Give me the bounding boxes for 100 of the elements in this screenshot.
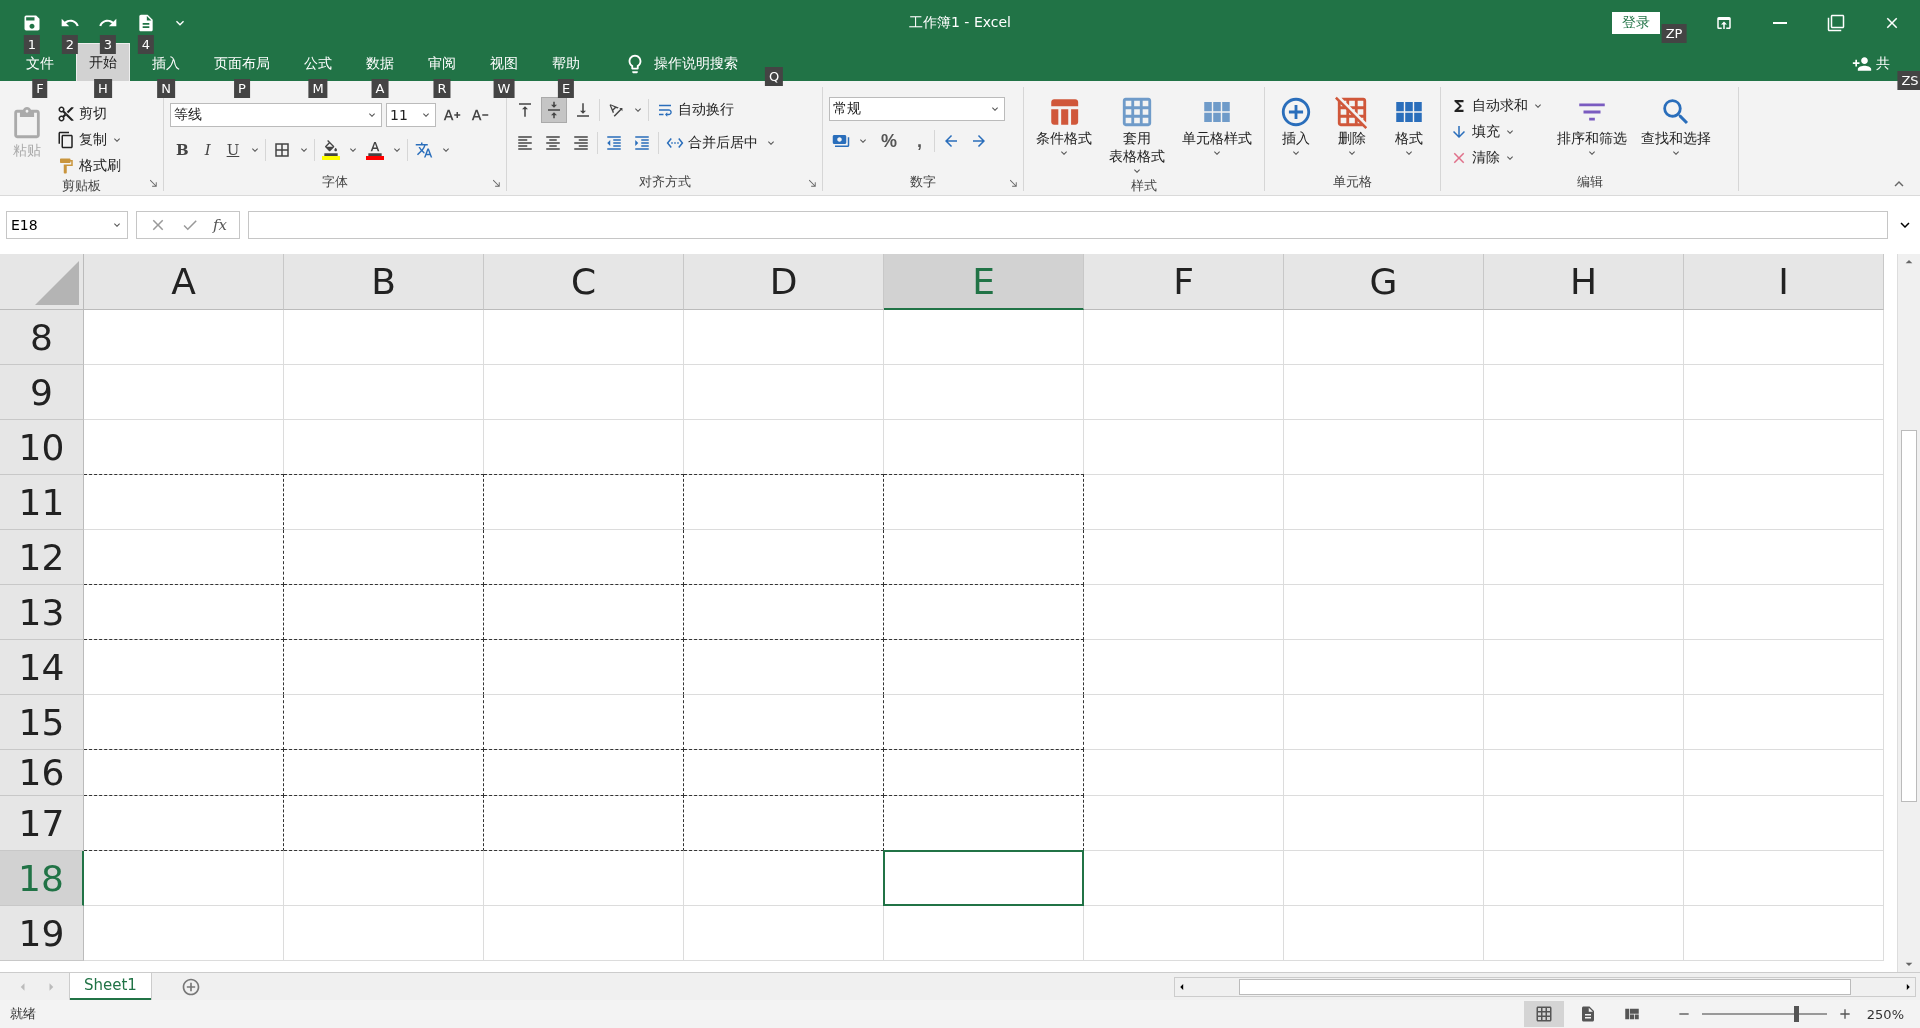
name-box[interactable]: E18 [6, 211, 128, 239]
grid-cell[interactable] [284, 795, 484, 851]
grid-cell[interactable] [284, 584, 484, 640]
normal-view-button[interactable] [1523, 1001, 1564, 1027]
grid-cell[interactable] [484, 795, 684, 851]
grid-cell[interactable] [884, 639, 1084, 695]
grid-cell[interactable] [684, 639, 884, 695]
row-header[interactable]: 15 [0, 695, 84, 750]
row-header[interactable]: 17 [0, 796, 84, 851]
column-header[interactable]: G [1284, 254, 1484, 310]
cells-button[interactable]: 删除 [1331, 95, 1374, 173]
grid-cell[interactable] [484, 639, 684, 695]
grid-cell[interactable] [84, 795, 284, 851]
share-button[interactable]: 共 [1846, 47, 1896, 81]
percent-button[interactable]: % [873, 130, 905, 152]
bold-button[interactable]: B [170, 139, 195, 161]
login-button[interactable]: 登录 [1612, 11, 1660, 34]
ribbon-tab[interactable]: 帮助 [540, 47, 592, 81]
selected-cell[interactable] [883, 850, 1084, 906]
cut-button[interactable]: 剪切 [54, 103, 126, 125]
comma-style-button[interactable]: , [909, 130, 931, 152]
zoom-reading[interactable]: 250% [1866, 1006, 1904, 1022]
styles-button[interactable]: 条件格式 [1031, 95, 1096, 177]
row-header[interactable]: 11 [0, 475, 84, 530]
italic-button[interactable]: I [198, 139, 217, 161]
font-size-dropdown[interactable]: 11 [386, 103, 436, 127]
add-sheet-icon[interactable] [180, 976, 201, 997]
sheet-tab[interactable]: Sheet1 [70, 972, 151, 1000]
autosum-button[interactable]: 自动求和 [1447, 95, 1547, 117]
row-header[interactable]: 18 [0, 851, 84, 906]
row-header[interactable]: 13 [0, 585, 84, 640]
grid-cell[interactable] [684, 695, 884, 750]
row-header[interactable]: 9 [0, 365, 84, 420]
select-all-corner[interactable] [0, 254, 84, 310]
row-header[interactable]: 16 [0, 750, 84, 796]
grid-cell[interactable] [884, 530, 1084, 585]
grid-cell[interactable] [484, 749, 684, 796]
ribbon-tab[interactable]: 视图 [478, 47, 530, 81]
grid-cell[interactable] [84, 850, 284, 906]
column-header[interactable]: H [1484, 254, 1684, 310]
ribbon-tab[interactable]: 页面布局 [202, 47, 282, 81]
formula-input[interactable] [248, 211, 1888, 239]
font-name-dropdown[interactable]: 等线 [170, 103, 382, 127]
grid-cell[interactable] [84, 749, 284, 796]
underline-button[interactable]: U [220, 139, 246, 161]
grid-cell[interactable] [884, 474, 1084, 530]
grid-cell[interactable] [684, 474, 884, 530]
ribbon-tab[interactable]: 公式 [292, 47, 344, 81]
dialog-launcher-icon[interactable] [807, 178, 818, 189]
grid-cell[interactable] [484, 584, 684, 640]
grid-cell[interactable] [84, 530, 284, 585]
column-header[interactable]: F [1084, 254, 1284, 310]
row-header[interactable]: 14 [0, 640, 84, 695]
insert-function-button[interactable]: fx [213, 216, 227, 234]
find-select-button[interactable]: 查找和选择 [1637, 95, 1715, 173]
tell-me-search[interactable]: 操作说明搜索 [618, 47, 744, 81]
grid-cell[interactable] [84, 639, 284, 695]
copy-button[interactable]: 复制 [54, 129, 126, 151]
grid-cell[interactable] [284, 850, 484, 906]
vertical-scrollbar[interactable] [1897, 254, 1920, 972]
styles-button[interactable]: 单元格样式 [1178, 95, 1257, 177]
grid-cell[interactable] [84, 695, 284, 750]
grid-cell[interactable] [84, 474, 284, 530]
column-header[interactable]: E [884, 254, 1084, 310]
grid-cell[interactable] [284, 639, 484, 695]
cells-button[interactable]: 格式 [1387, 95, 1430, 173]
dialog-launcher-icon[interactable] [148, 178, 159, 189]
grid-cell[interactable] [684, 530, 884, 585]
dialog-launcher-icon[interactable] [491, 178, 502, 189]
grid-cell[interactable] [284, 530, 484, 585]
row-header[interactable]: 12 [0, 530, 84, 585]
wrap-text-button[interactable]: 自动换行 [653, 99, 737, 121]
row-header[interactable]: 8 [0, 310, 84, 365]
column-header[interactable]: I [1684, 254, 1884, 310]
grid-cell[interactable] [284, 474, 484, 530]
ribbon-tab[interactable]: 审阅 [416, 47, 468, 81]
grid-cell[interactable] [284, 749, 484, 796]
clear-button[interactable]: 清除 [1447, 147, 1547, 169]
grid-cell[interactable] [684, 584, 884, 640]
format-painter-button[interactable]: 格式刷 [54, 155, 126, 177]
grid-cell[interactable] [484, 474, 684, 530]
merge-center-button[interactable]: 合并后居中 [663, 132, 761, 154]
grid-cell[interactable] [884, 749, 1084, 796]
column-header[interactable]: D [684, 254, 884, 310]
grid-cell[interactable] [884, 695, 1084, 750]
column-header[interactable]: B [284, 254, 484, 310]
horizontal-scrollbar[interactable] [1174, 976, 1916, 997]
number-format-dropdown[interactable]: 常规 [829, 97, 1005, 121]
grid-cell[interactable] [84, 584, 284, 640]
grid-cell[interactable] [484, 850, 684, 906]
grid-cell[interactable] [284, 695, 484, 750]
dialog-launcher-icon[interactable] [1008, 178, 1019, 189]
grid-cell[interactable] [884, 584, 1084, 640]
zoom-thumb[interactable] [1793, 1006, 1799, 1022]
column-header[interactable]: A [84, 254, 284, 310]
grid-cell[interactable] [684, 850, 884, 906]
row-header[interactable]: 19 [0, 906, 84, 961]
column-header[interactable]: C [484, 254, 684, 310]
fill-button[interactable]: 填充 [1447, 121, 1547, 143]
cells-button[interactable]: 插入 [1275, 95, 1318, 173]
